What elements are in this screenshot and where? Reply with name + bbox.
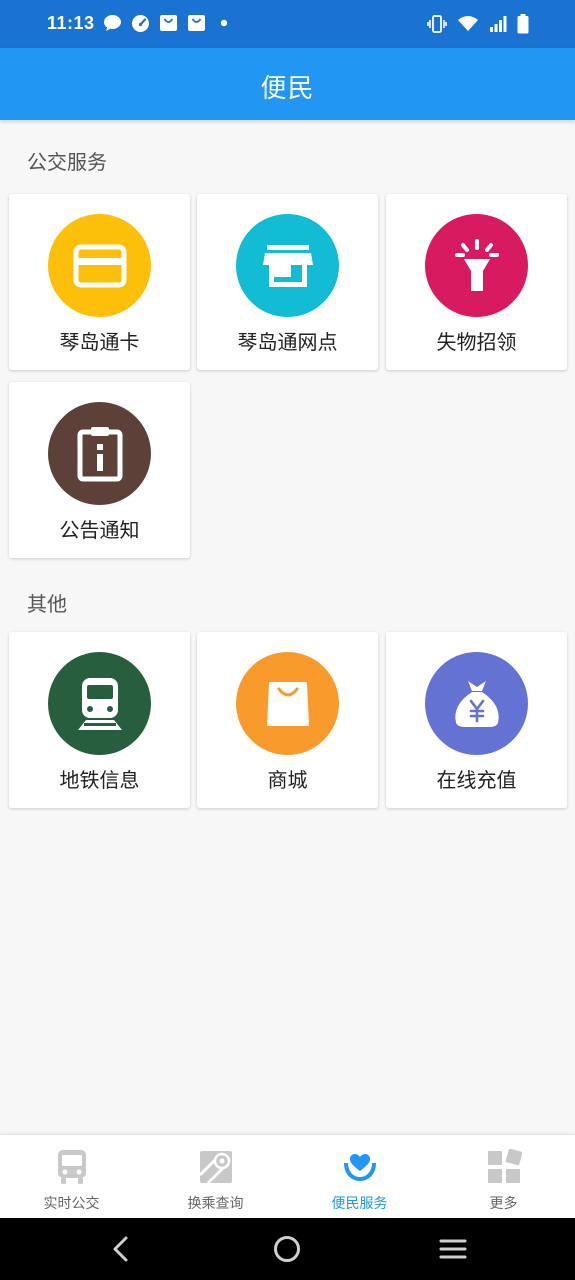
tab-label: 便民服务 xyxy=(331,1196,388,1212)
card-icon xyxy=(48,214,151,317)
service-card-lost-found[interactable]: 失物招领 xyxy=(386,194,567,370)
section-title-bus-services: 公交服务 xyxy=(27,150,107,174)
service-label: 琴岛通网点 xyxy=(237,330,338,354)
bag-icon xyxy=(236,652,339,755)
service-label: 地铁信息 xyxy=(59,768,140,792)
back-icon[interactable] xyxy=(104,1233,138,1265)
service-label: 失物招领 xyxy=(436,330,517,354)
status-bar: 11:13 xyxy=(0,0,575,48)
service-label: 商城 xyxy=(267,768,308,792)
train-icon xyxy=(48,652,151,755)
grid-icon xyxy=(432,1149,575,1185)
shopping-bag-icon xyxy=(158,14,178,32)
notification-icons xyxy=(102,14,234,32)
service-label: 公告通知 xyxy=(59,518,140,542)
tab-label: 换乘查询 xyxy=(187,1196,244,1212)
home-icon[interactable] xyxy=(270,1233,304,1265)
signal-icon xyxy=(489,14,507,34)
wifi-icon xyxy=(457,14,479,34)
store-icon xyxy=(236,214,339,317)
service-label: 琴岛通卡 xyxy=(59,330,140,354)
service-card-transit-card[interactable]: 琴岛通卡 xyxy=(9,194,190,370)
speed-icon xyxy=(130,14,150,32)
money-bag-icon xyxy=(425,652,528,755)
tab-label: 更多 xyxy=(489,1196,518,1212)
section-title-other: 其他 xyxy=(27,592,67,616)
heart-hand-icon xyxy=(288,1149,431,1185)
service-card-outlets[interactable]: 琴岛通网点 xyxy=(197,194,378,370)
service-card-metro[interactable]: 地铁信息 xyxy=(9,632,190,808)
tab-more[interactable]: 更多 xyxy=(432,1135,575,1219)
tab-transfer-query[interactable]: 换乘查询 xyxy=(144,1135,287,1219)
service-card-notices[interactable]: 公告通知 xyxy=(9,382,190,558)
service-card-recharge[interactable]: 在线充值 xyxy=(386,632,567,808)
bottom-navigation: 实时公交 换乘查询 便民服务 更多 xyxy=(0,1134,575,1218)
dot-icon xyxy=(214,14,234,32)
clipboard-info-icon xyxy=(48,402,151,505)
system-status-icons xyxy=(427,14,529,34)
service-label: 在线充值 xyxy=(436,768,517,792)
tab-label: 实时公交 xyxy=(43,1196,100,1212)
page-title: 便民 xyxy=(260,74,315,104)
battery-icon xyxy=(517,14,529,34)
tab-realtime-bus[interactable]: 实时公交 xyxy=(0,1135,143,1219)
message-icon xyxy=(102,14,122,32)
shopping-bag-icon xyxy=(186,14,206,32)
bus-icon xyxy=(0,1149,143,1185)
recents-icon[interactable] xyxy=(436,1233,470,1265)
system-navigation-bar xyxy=(0,1218,575,1280)
service-card-mall[interactable]: 商城 xyxy=(197,632,378,808)
vibrate-icon xyxy=(427,14,447,34)
flashlight-icon xyxy=(425,214,528,317)
tab-convenience-services[interactable]: 便民服务 xyxy=(288,1135,431,1219)
map-pin-icon xyxy=(144,1149,287,1185)
status-time: 11:13 xyxy=(47,13,95,33)
app-bar: 便民 xyxy=(0,48,575,120)
